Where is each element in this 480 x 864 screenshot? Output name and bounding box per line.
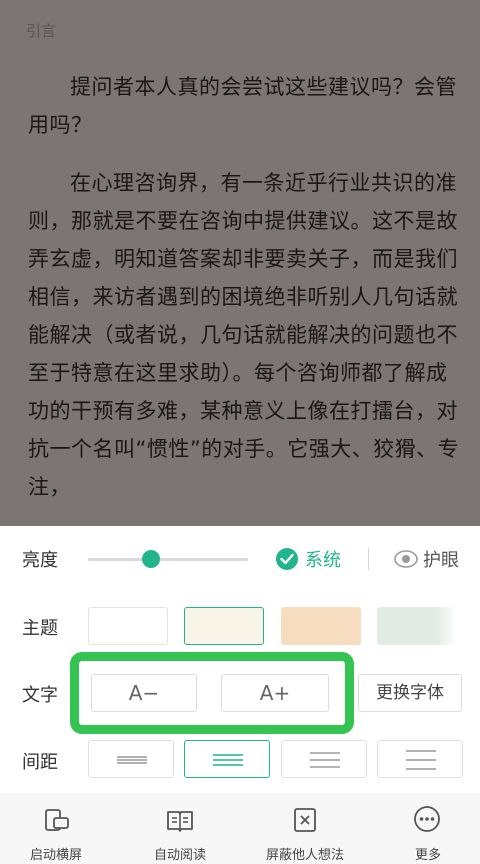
toolbar-landscape-label: 启动横屏: [29, 848, 82, 863]
reading-area[interactable]: 引言 提问者本人真的会尝试这些建议吗？会管用吗？ 在心理咨询界，有一条近乎行业共…: [0, 0, 480, 526]
chapter-title: 引言: [26, 22, 57, 40]
open-book-icon: [167, 811, 193, 832]
spacing-option-wide[interactable]: [281, 740, 367, 778]
eye-protection-toggle[interactable]: 护眼: [423, 546, 459, 572]
spacing-label: 间距: [22, 752, 58, 773]
paragraph-2: 在心理咨询界，有一条近乎行业共识的准则，那就是不要在咨询中提供建议。这不是故弄玄…: [28, 171, 460, 499]
font-size-highlight-box: [70, 652, 354, 734]
brightness-slider-track[interactable]: [88, 558, 248, 561]
toolbar-more-label: 更多: [414, 848, 441, 863]
brightness-slider-thumb[interactable]: [142, 550, 160, 568]
spacing-compact-icon: [117, 756, 147, 764]
toolbar-landscape-button[interactable]: 启动横屏: [0, 794, 116, 864]
spacing-normal-icon: [213, 754, 243, 766]
divider: [368, 548, 369, 570]
eye-icon[interactable]: [394, 548, 418, 574]
change-font-button[interactable]: 更换字体: [358, 674, 462, 712]
toolbar-more-button[interactable]: 更多: [368, 794, 480, 864]
block-box-icon: [294, 808, 316, 832]
paragraph-1: 提问者本人真的会尝试这些建议吗？会管用吗？: [28, 75, 457, 137]
system-check-icon[interactable]: [276, 548, 298, 570]
theme-label: 主题: [22, 618, 58, 639]
toolbar-block-thoughts-button[interactable]: 屏蔽他人想法: [245, 794, 365, 864]
toolbar-auto-read-label: 自动阅读: [153, 848, 206, 863]
spacing-option-compact[interactable]: [88, 740, 174, 778]
spacing-option-extra-wide[interactable]: [377, 740, 463, 778]
theme-swatch-green[interactable]: [377, 607, 457, 645]
theme-swatch-peach[interactable]: [281, 607, 361, 645]
toolbar-auto-read-button[interactable]: 自动阅读: [120, 794, 240, 864]
spacing-extra-wide-icon: [406, 750, 436, 770]
text-label: 文字: [22, 685, 58, 706]
rotate-screen-icon: [45, 809, 69, 831]
toolbar-block-thoughts-label: 屏蔽他人想法: [265, 848, 344, 863]
spacing-option-normal[interactable]: [184, 740, 270, 778]
theme-swatch-cream[interactable]: [184, 607, 264, 645]
more-dots-icon: [414, 806, 440, 832]
theme-swatch-white[interactable]: [88, 607, 168, 645]
system-brightness-toggle[interactable]: 系统: [305, 546, 341, 572]
brightness-label: 亮度: [22, 550, 58, 571]
spacing-wide-icon: [310, 752, 340, 768]
